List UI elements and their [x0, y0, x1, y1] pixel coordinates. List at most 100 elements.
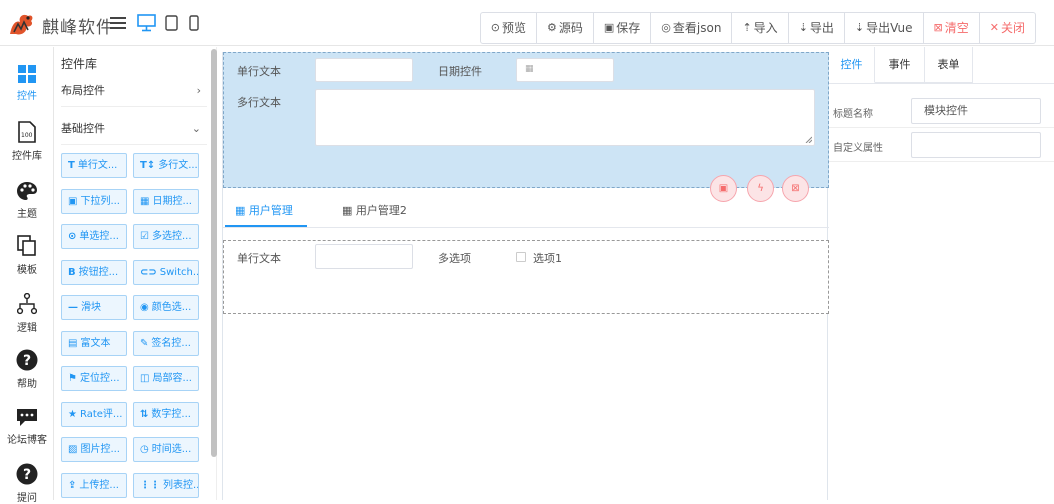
component-button[interactable]: B 按钮控...	[61, 260, 127, 285]
component-number[interactable]: ⇅ 数字控...	[133, 402, 199, 427]
tab-events[interactable]: 事件	[875, 47, 925, 83]
calendar-icon: ▦	[525, 64, 534, 74]
checkbox-icon: ☑	[140, 231, 149, 242]
tab-user-management[interactable]: ▦ 用户管理	[235, 202, 293, 218]
svg-text:100: 100	[21, 132, 33, 139]
component-checkbox[interactable]: ☑ 多选控...	[133, 224, 199, 249]
component-select[interactable]: ▣ 下拉列...	[61, 189, 127, 214]
date-input[interactable]: ▦	[516, 58, 614, 82]
preview-icon: ⊙	[490, 21, 500, 34]
view-json-button[interactable]: ◎ 查看json	[651, 13, 733, 43]
bold-icon: B	[68, 267, 76, 278]
resize-handle-icon[interactable]	[805, 136, 812, 143]
tabs-bar: ▦ 用户管理 ▦ 用户管理2	[223, 190, 829, 228]
list-icon: ⋮⋮	[140, 480, 160, 491]
component-input[interactable]: T 单行文...	[61, 153, 127, 178]
component-upload[interactable]: ⇪ 上传控...	[61, 473, 127, 498]
props-tabs-border	[829, 83, 1054, 84]
component-list[interactable]: ⋮⋮ 列表控...	[133, 473, 199, 498]
section-basic-controls[interactable]: 基础控件 ⌄	[61, 113, 207, 145]
field-label: 多行文本	[237, 96, 281, 109]
close-icon: ✕	[989, 21, 999, 34]
export-vue-button[interactable]: ⇣ 导出Vue	[845, 13, 924, 43]
tab-form[interactable]: 表单	[925, 47, 973, 83]
preview-button[interactable]: ⊙ 预览	[481, 13, 537, 43]
image-icon: ▨	[68, 444, 78, 455]
field-label: 多选项	[438, 252, 471, 265]
save-button[interactable]: ▣ 保存	[594, 13, 652, 43]
design-canvas: 单行文本 日期控件 ▦ 多行文本 ▣ ϟ ⊠ ▦ 用户管理 ▦ 用户管理2 单行…	[222, 52, 829, 500]
desktop-view-icon[interactable]	[137, 14, 156, 32]
component-richtext[interactable]: ▤ 富文本	[61, 331, 127, 356]
custom-attr-input[interactable]	[911, 132, 1041, 158]
tablet-view-icon[interactable]	[165, 14, 178, 32]
source-code-button[interactable]: ⚙ 源码	[537, 13, 594, 43]
component-time[interactable]: ◷ 时间选...	[133, 437, 199, 462]
clear-button[interactable]: ⊠ 清空	[924, 13, 980, 43]
sort-numeric-icon: ⇅	[140, 409, 149, 420]
option-checkbox[interactable]	[516, 252, 526, 262]
nav-item-logic[interactable]: 逻辑	[0, 293, 54, 334]
component-slider[interactable]: — 滑块	[61, 295, 127, 320]
selected-form-block[interactable]: 单行文本 日期控件 ▦ 多行文本	[223, 52, 829, 188]
nav-item-forum[interactable]: 论坛博客	[0, 407, 54, 446]
close-button[interactable]: ✕ 关闭	[980, 13, 1035, 43]
bug-icon: ⚙	[546, 21, 557, 34]
brand-name: 麒峰软件	[42, 18, 114, 38]
grid-icon	[18, 65, 36, 83]
active-tab-indicator	[225, 225, 307, 227]
option-label: 选项1	[533, 252, 562, 265]
nav-item-ask[interactable]: ? 提问	[0, 463, 54, 504]
nav-item-theme[interactable]: 主题	[0, 181, 54, 220]
component-switch[interactable]: ⊂⊃ Switch...	[133, 260, 199, 285]
chevron-right-icon: ›	[196, 84, 201, 97]
nav-item-help[interactable]: ? 帮助	[0, 349, 54, 390]
tab-user-management-2[interactable]: ▦ 用户管理2	[342, 202, 407, 218]
select-icon: ▣	[68, 196, 78, 207]
prop-label: 标题名称	[833, 109, 873, 120]
panel-scrollbar[interactable]	[211, 49, 217, 457]
calendar-icon: ▦	[140, 196, 150, 207]
component-signature[interactable]: ✎ 签名控...	[133, 331, 199, 356]
save-icon: ▣	[603, 21, 615, 34]
chat-icon	[17, 409, 37, 426]
left-nav: 控件 100 控件库 主题 模板 逻辑 ? 帮助 论坛博客 ? 提问	[0, 47, 54, 504]
pen-icon: ✎	[140, 338, 149, 349]
chevron-down-icon: ⌄	[191, 122, 201, 135]
help-icon: ?	[16, 349, 38, 371]
component-container[interactable]: ◫ 局部容...	[133, 366, 199, 391]
text-input[interactable]	[315, 244, 413, 269]
component-date[interactable]: ▦ 日期控...	[133, 189, 199, 214]
component-color[interactable]: ◉ 颜色选...	[133, 295, 199, 320]
trash-icon: ⊠	[933, 21, 943, 34]
section-layout-controls[interactable]: 布局控件 ›	[61, 75, 207, 107]
document-icon: 100	[18, 121, 36, 143]
calendar-icon: ▦	[342, 204, 356, 217]
question-icon: ?	[16, 463, 38, 485]
tab-control-props[interactable]: 控件	[829, 47, 875, 83]
container-icon: ◫	[140, 373, 150, 384]
nav-item-templates[interactable]: 模板	[0, 235, 54, 276]
import-button[interactable]: ⇡ 导入	[732, 13, 789, 43]
eye-icon: ◎	[661, 21, 671, 34]
textarea-icon: T↕	[140, 160, 156, 171]
copy-icon	[17, 235, 36, 256]
palette-icon	[17, 182, 37, 200]
title-input[interactable]: 模块控件	[911, 98, 1041, 124]
component-textarea[interactable]: T↕ 多行文...	[133, 153, 199, 178]
nav-item-library[interactable]: 100 控件库	[0, 121, 54, 162]
component-radio[interactable]: ⊙ 单选控...	[61, 224, 127, 249]
nav-item-controls[interactable]: 控件	[0, 65, 54, 102]
svg-text:?: ?	[23, 467, 31, 483]
menu-toggle-icon[interactable]	[110, 14, 126, 32]
phone-view-icon[interactable]	[189, 14, 199, 32]
tab-content-block[interactable]: 单行文本 多选项 选项1	[223, 240, 829, 314]
download-icon: ⇣	[854, 21, 865, 34]
component-image[interactable]: ▨ 图片控...	[61, 437, 127, 462]
component-rate[interactable]: ★ Rate评...	[61, 402, 127, 427]
export-button[interactable]: ⇣ 导出	[789, 13, 845, 43]
component-location[interactable]: ⚑ 定位控...	[61, 366, 127, 391]
richtext-icon: ▤	[68, 338, 78, 349]
textarea-input[interactable]	[315, 89, 815, 146]
text-input[interactable]	[315, 58, 413, 82]
